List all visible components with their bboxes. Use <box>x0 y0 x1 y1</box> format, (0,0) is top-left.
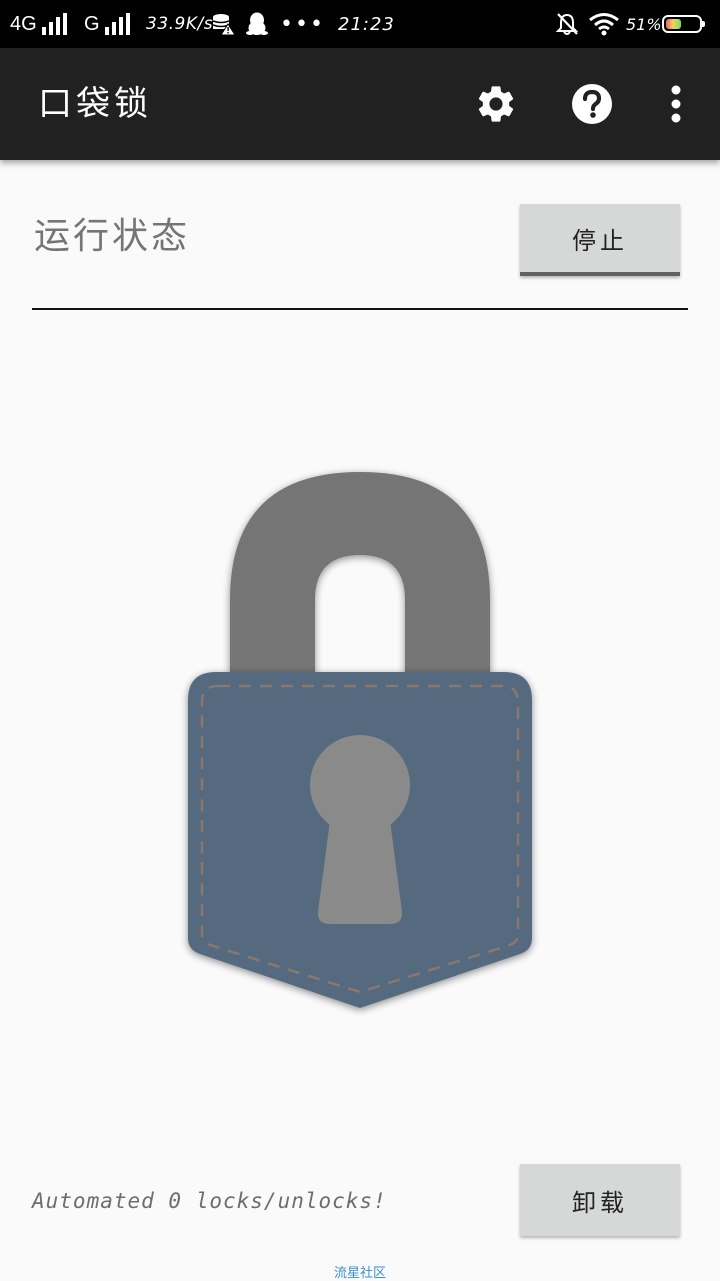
battery-fill <box>666 19 682 29</box>
signal-bars-icon <box>41 13 67 35</box>
watermark: 流星社区 <box>333 1266 386 1281</box>
app-bar: 口袋锁 <box>0 48 720 160</box>
help-button[interactable] <box>566 78 618 130</box>
clock: 21:23 <box>338 13 395 35</box>
database-warning-icon <box>212 0 236 48</box>
network-speed: 33.9K/s <box>146 14 214 34</box>
network-g-label: G <box>84 12 100 35</box>
gear-icon <box>478 86 514 122</box>
app-title: 口袋锁 <box>38 84 152 124</box>
divider <box>32 308 688 310</box>
signal-4g: 4G <box>10 0 67 48</box>
status-bar: 4G G 33.9K/s ••• 21:23 51% <box>0 0 720 48</box>
battery-percent: 51% <box>626 14 662 34</box>
network-4g-label: 4G <box>10 12 37 35</box>
qq-penguin-icon <box>246 0 268 48</box>
pocket-lock-icon <box>188 472 532 1008</box>
pocket-lock-illustration <box>180 460 540 1020</box>
signal-bars-icon <box>104 13 130 35</box>
automation-stats-text: Automated 0 locks/unlocks! <box>32 1189 387 1213</box>
battery-indicator <box>662 0 705 48</box>
more-vert-icon <box>671 85 681 123</box>
help-circle-icon <box>572 84 612 124</box>
signal-g: G <box>84 0 130 48</box>
running-status-label: 运行状态 <box>34 216 191 257</box>
settings-button[interactable] <box>470 78 522 130</box>
more-notifications-icon: ••• <box>280 11 325 37</box>
stop-button[interactable]: 停止 <box>520 204 680 276</box>
silent-bell-icon <box>556 0 578 48</box>
uninstall-button[interactable]: 卸载 <box>520 1164 680 1236</box>
battery-icon <box>662 15 705 33</box>
wifi-icon <box>588 0 620 48</box>
overflow-menu-button[interactable] <box>650 78 702 130</box>
